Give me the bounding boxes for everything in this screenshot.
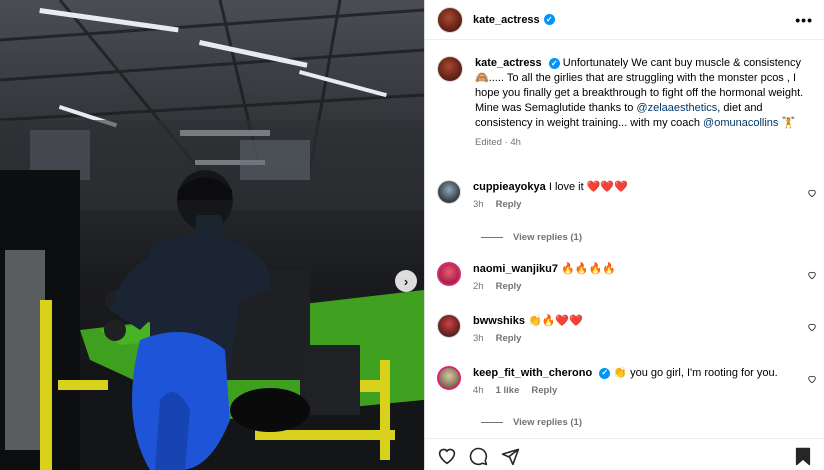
heart-icon[interactable] xyxy=(807,374,817,384)
commenter-username[interactable]: bwwshiks xyxy=(473,315,525,327)
view-replies-button[interactable]: View replies (1) xyxy=(481,417,582,428)
action-bar xyxy=(425,438,824,470)
commenter-avatar[interactable] xyxy=(437,262,461,286)
reply-button[interactable]: Reply xyxy=(496,332,522,346)
reply-button[interactable]: Reply xyxy=(496,280,522,294)
view-replies-label: View replies (1) xyxy=(513,232,582,243)
heart-icon[interactable] xyxy=(807,188,817,198)
caption-meta: Edited · 4h xyxy=(475,137,521,148)
comment-item: naomi_wanjiku7 🔥🔥🔥🔥 2h Reply xyxy=(437,262,817,294)
caption-text: 🏋 xyxy=(778,117,796,129)
reply-button[interactable]: Reply xyxy=(496,198,522,212)
comment-item: bwwshiks 👏🔥❤️❤️ 3h Reply xyxy=(437,314,817,346)
post-photo: › xyxy=(0,0,424,470)
mention-link[interactable]: @zelaaesthetics xyxy=(636,102,717,114)
heart-icon[interactable] xyxy=(437,447,457,465)
share-icon[interactable] xyxy=(501,447,520,466)
commenter-avatar[interactable] xyxy=(437,366,461,390)
commenter-username[interactable]: naomi_wanjiku7 xyxy=(473,263,558,275)
commenter-username[interactable]: cuppieayokya xyxy=(473,181,546,193)
caption-avatar[interactable] xyxy=(437,56,463,82)
verified-badge-icon: ✓ xyxy=(543,14,555,25)
heart-icon[interactable] xyxy=(807,270,817,280)
caption-username[interactable]: kate_actress xyxy=(475,57,542,69)
verified-badge-icon: ✓ xyxy=(548,57,560,69)
comment-text: I love it ❤️❤️❤️ xyxy=(548,181,628,193)
author-avatar[interactable] xyxy=(437,6,463,33)
comment-text: 👏 you go girl, I'm rooting for you. xyxy=(613,367,778,379)
divider-line xyxy=(481,237,503,238)
heart-icon[interactable] xyxy=(807,322,817,332)
divider-line xyxy=(481,422,503,423)
verified-badge-icon: ✓ xyxy=(599,367,611,379)
post-header: kate_actress ✓ ••• xyxy=(425,0,824,40)
comment-icon[interactable] xyxy=(469,447,488,466)
author-username[interactable]: kate_actress xyxy=(473,14,540,26)
gym-selfie-image xyxy=(0,0,424,470)
view-replies-button[interactable]: View replies (1) xyxy=(481,232,582,243)
commenter-username[interactable]: keep_fit_with_cherono xyxy=(473,367,592,379)
comment-text: 🔥🔥🔥🔥 xyxy=(561,263,616,275)
post-side-panel: kate_actress ✓ ••• kate_actress ✓ Unfort… xyxy=(424,0,824,470)
more-options-icon[interactable]: ••• xyxy=(795,12,813,28)
comment-time: 3h xyxy=(473,199,484,210)
next-arrow-icon[interactable]: › xyxy=(395,270,417,292)
comment-item: keep_fit_with_cherono ✓ 👏 you go girl, I… xyxy=(437,366,817,398)
reply-button[interactable]: Reply xyxy=(531,384,557,398)
mention-link[interactable]: @omunacollins xyxy=(703,117,778,129)
comment-time: 3h xyxy=(473,333,484,344)
commenter-avatar[interactable] xyxy=(437,180,461,204)
like-count[interactable]: 1 like xyxy=(496,384,520,398)
comment-text: 👏🔥❤️❤️ xyxy=(528,315,583,327)
post-caption: kate_actress ✓ Unfortunately We cant buy… xyxy=(437,56,817,150)
bookmark-icon[interactable] xyxy=(795,447,811,466)
commenter-avatar[interactable] xyxy=(437,314,461,338)
view-replies-label: View replies (1) xyxy=(513,417,582,428)
comment-time: 2h xyxy=(473,281,484,292)
comment-item: cuppieayokya I love it ❤️❤️❤️ 3h Reply xyxy=(437,180,817,212)
comment-time: 4h xyxy=(473,385,484,396)
